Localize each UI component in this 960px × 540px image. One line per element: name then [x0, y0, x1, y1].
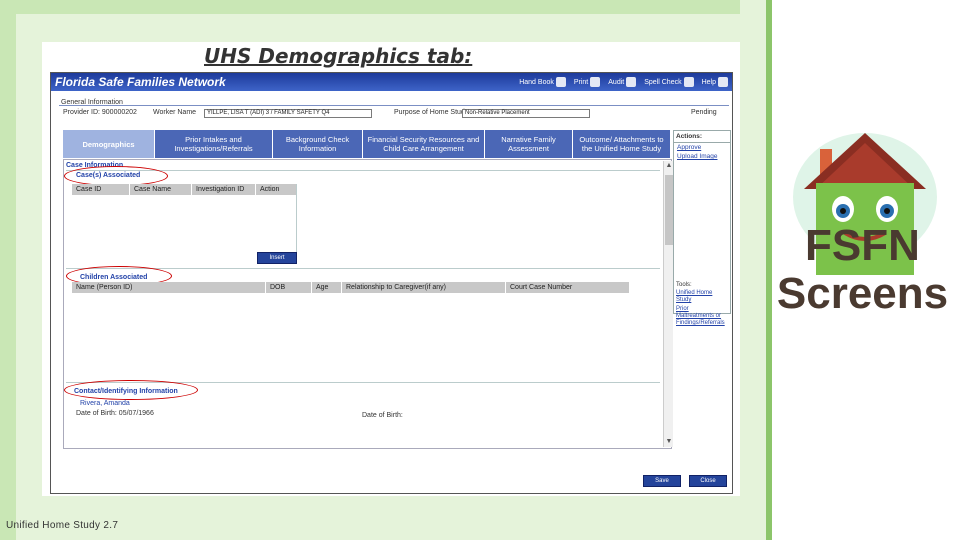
slide-border-left-inner: [16, 0, 42, 540]
tab-bar: Demographics Prior Intakes and Investiga…: [63, 130, 671, 158]
print-label: Print: [573, 78, 589, 86]
handbook-label: Hand Book: [519, 78, 554, 86]
col-case-id: Case ID: [72, 184, 130, 195]
contact-dob: Date of Birth: 05/07/1966: [76, 410, 154, 417]
app-name: Florida Safe Families Network: [55, 75, 226, 89]
tab-demographics[interactable]: Demographics: [63, 130, 155, 158]
slide-side-label: FSFN Screens: [776, 221, 949, 318]
close-button[interactable]: Close: [689, 475, 727, 487]
children-table-header: Name (Person ID) DOB Age Relationship to…: [72, 282, 630, 293]
insert-button[interactable]: Insert: [257, 252, 297, 264]
print-button[interactable]: Print: [573, 77, 601, 87]
status-text: Pending: [691, 109, 717, 116]
audit-icon: [626, 77, 637, 87]
scrollbar-thumb[interactable]: [665, 175, 673, 245]
slide-border-top-inner: [16, 14, 766, 42]
cases-table-header: Case ID Case Name Investigation ID Actio…: [72, 184, 298, 195]
help-button[interactable]: Help: [702, 77, 728, 87]
tools-panel: Tools: Unified Home Study Prior Maltreat…: [673, 281, 731, 341]
app-title-bar: Florida Safe Families Network Hand Book …: [51, 73, 732, 91]
col-court-case: Court Case Number: [506, 282, 630, 293]
contact-name: Rivera, Amanda: [80, 400, 130, 407]
demographics-panel: Case Information Case(s) Associated Case…: [63, 159, 673, 449]
spell-check-label: Spell Check: [644, 78, 682, 86]
handbook-icon: [555, 77, 566, 87]
save-button[interactable]: Save: [643, 475, 681, 487]
tab-background-check[interactable]: Background Check Information: [273, 130, 363, 158]
audit-label: Audit: [608, 78, 625, 86]
unified-home-study-link[interactable]: Unified Home Study: [673, 289, 731, 305]
worker-name-value: YILLPE, LISA T (ADI) 3 / FAMILY SAFETY Q…: [207, 110, 330, 116]
slide-title: UHS Demographics tab:: [204, 44, 473, 68]
col-child-name: Name (Person ID): [72, 282, 266, 293]
col-action: Action: [256, 184, 298, 195]
slide-border-left: [0, 0, 16, 540]
scroll-up-icon[interactable]: ▲: [664, 161, 674, 171]
slide-border-top: [0, 0, 766, 14]
tab-financial-security[interactable]: Financial Security Resources and Child C…: [363, 130, 485, 158]
actions-header: Actions:: [674, 131, 730, 143]
worker-name-label: Worker Name: [153, 109, 197, 116]
cases-associated-highlight: [64, 166, 168, 186]
help-label: Help: [701, 78, 716, 86]
general-info-divider: [59, 105, 729, 106]
date-of-birth-label: Date of Birth:: [362, 412, 403, 419]
col-investigation-id: Investigation ID: [192, 184, 256, 195]
fsfn-app-window: Florida Safe Families Network Hand Book …: [50, 72, 733, 494]
approve-link[interactable]: Approve: [674, 143, 730, 152]
tools-header: Tools:: [676, 282, 692, 288]
prior-maltreatments-link[interactable]: Prior Maltreatments or Findings/Referral…: [673, 305, 731, 328]
worker-name-select[interactable]: YILLPE, LISA T (ADI) 3 / FAMILY SAFETY Q…: [204, 109, 372, 118]
spell-check-button[interactable]: Spell Check: [644, 77, 694, 87]
scroll-down-icon[interactable]: ▼: [664, 437, 674, 447]
col-dob: DOB: [266, 282, 312, 293]
purpose-select[interactable]: Non-Relative Placement: [462, 109, 590, 118]
col-relationship: Relationship to Caregiver(if any): [342, 282, 506, 293]
print-icon: [590, 77, 601, 87]
handbook-button[interactable]: Hand Book: [519, 77, 566, 87]
purpose-label: Purpose of Home Study: [394, 109, 469, 116]
app-content: General Information Provider ID: 9000002…: [59, 99, 731, 491]
panel-scrollbar[interactable]: ▲ ▼: [663, 161, 673, 447]
audit-button[interactable]: Audit: [608, 77, 637, 87]
purpose-value: Non-Relative Placement: [465, 110, 530, 116]
col-case-name: Case Name: [130, 184, 192, 195]
slide-border-bottom: [16, 496, 766, 540]
help-icon: [718, 77, 728, 87]
contact-info-highlight: [64, 380, 198, 400]
slide-side-band: [766, 0, 772, 540]
spell-check-icon: [683, 77, 694, 87]
slide-footer: Unified Home Study 2.7: [6, 520, 119, 531]
upload-image-link[interactable]: Upload Image: [674, 152, 730, 161]
tab-outcome-attachments[interactable]: Outcome/ Attachments to the Unified Home…: [573, 130, 671, 158]
col-age: Age: [312, 282, 342, 293]
tab-narrative-family[interactable]: Narrative Family Assessment: [485, 130, 573, 158]
slide-border-right: [740, 0, 766, 540]
tab-prior-intakes[interactable]: Prior Intakes and Investigations/Referra…: [155, 130, 273, 158]
provider-id: Provider ID: 900000202: [63, 109, 137, 116]
